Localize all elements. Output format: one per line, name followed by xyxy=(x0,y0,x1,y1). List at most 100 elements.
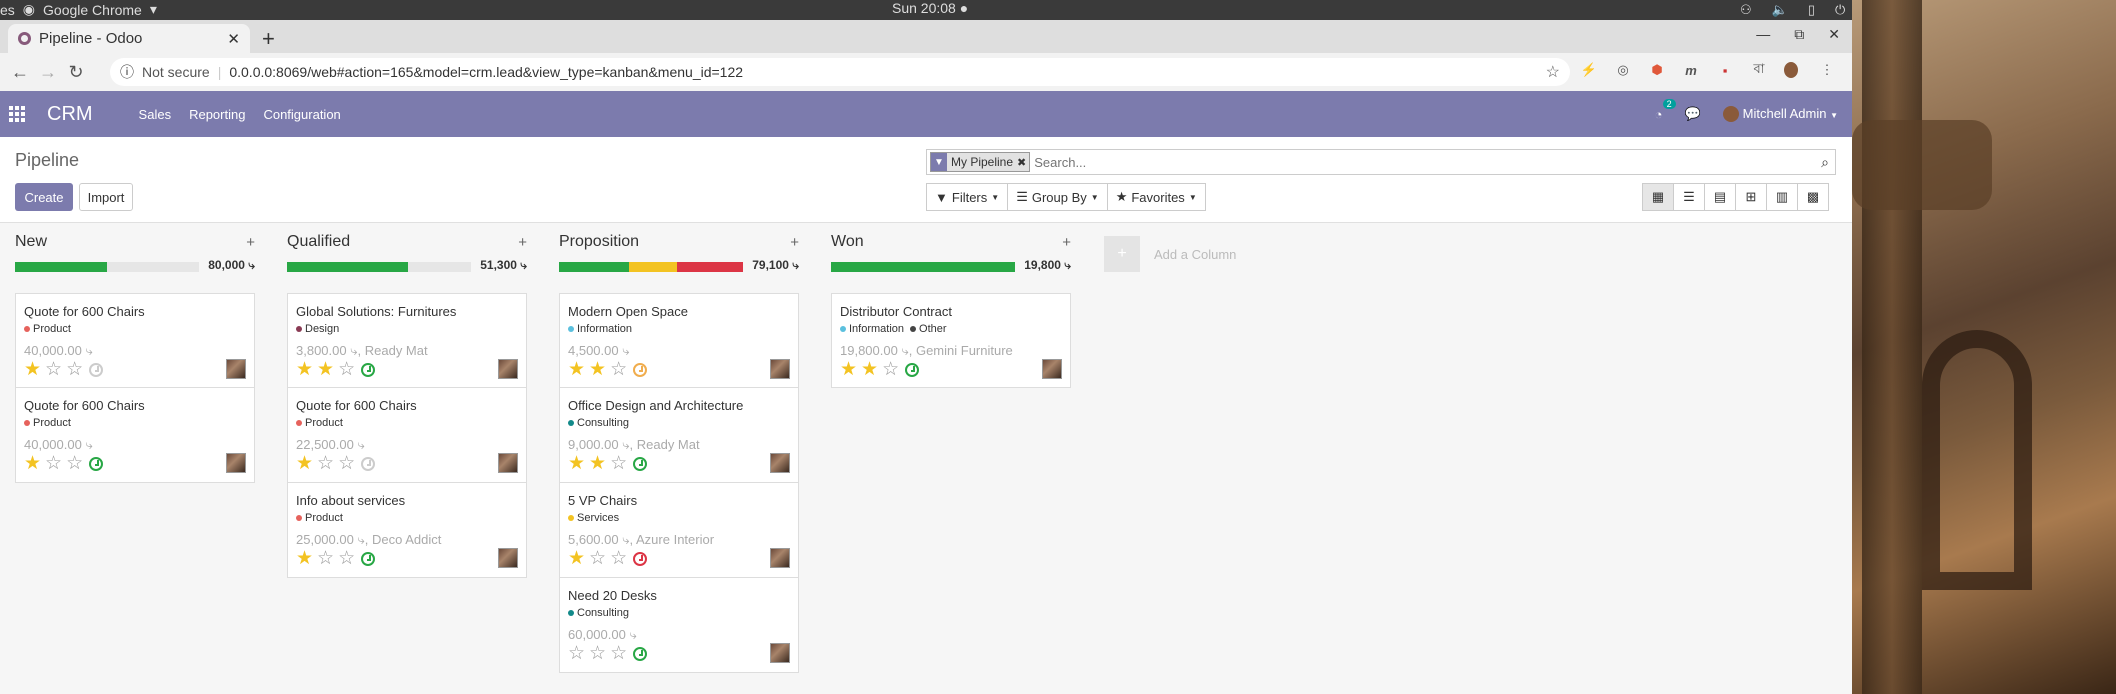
list-view-button[interactable]: ☰ xyxy=(1673,183,1705,211)
priority-star-icon[interactable]: ★ xyxy=(296,549,313,568)
chrome-menu-icon[interactable]: ⋮ xyxy=(1818,61,1836,79)
reload-button[interactable]: ↻ xyxy=(62,62,90,83)
extension-icon[interactable]: m xyxy=(1682,61,1700,79)
quick-create-icon[interactable]: + xyxy=(1062,234,1071,251)
kanban-card[interactable]: Office Design and Architecture Consultin… xyxy=(559,388,799,483)
clock-activity-icon[interactable] xyxy=(633,552,648,566)
priority-star-icon[interactable]: ☆ xyxy=(66,454,83,473)
clock-activity-icon[interactable] xyxy=(361,457,376,471)
favorites-dropdown[interactable]: ★ Favorites ▼ xyxy=(1106,183,1206,211)
priority-star-icon[interactable]: ★ xyxy=(589,454,606,473)
priority-star-icon[interactable]: ☆ xyxy=(317,549,334,568)
priority-star-icon[interactable]: ★ xyxy=(840,360,857,379)
close-window-button[interactable]: ✕ xyxy=(1828,26,1840,43)
priority-star-icon[interactable]: ★ xyxy=(568,454,585,473)
close-tab-icon[interactable]: ✕ xyxy=(227,30,240,48)
extension-icon[interactable]: বা xyxy=(1750,61,1768,79)
extension-icon[interactable]: ⬢ xyxy=(1648,61,1666,79)
clock-activity-icon[interactable] xyxy=(633,647,648,661)
priority-star-icon[interactable]: ☆ xyxy=(317,454,334,473)
priority-star-icon[interactable]: ★ xyxy=(317,360,334,379)
priority-star-icon[interactable]: ★ xyxy=(24,360,41,379)
priority-star-icon[interactable]: ☆ xyxy=(589,644,606,663)
clock-activity-icon[interactable] xyxy=(633,363,648,377)
kanban-card[interactable]: Info about services Product 25,000.00 ⤷,… xyxy=(287,483,527,578)
priority-star-icon[interactable]: ★ xyxy=(296,360,313,379)
kanban-card[interactable]: Need 20 Desks Consulting 60,000.00 ⤷ ☆ ☆ ☆ xyxy=(559,578,799,673)
kanban-card[interactable]: Distributor Contract Information Other 19… xyxy=(831,293,1071,388)
back-button[interactable]: ← xyxy=(6,62,34,83)
cohort-view-button[interactable]: ▩ xyxy=(1797,183,1829,211)
kanban-card[interactable]: Quote for 600 Chairs Product 40,000.00 ⤷… xyxy=(15,388,255,483)
menu-sales[interactable]: Sales xyxy=(139,107,172,122)
priority-star-icon[interactable]: ☆ xyxy=(610,644,627,663)
browser-tab[interactable]: Pipeline - Odoo ✕ xyxy=(8,24,250,53)
apps-menu-icon[interactable] xyxy=(9,106,25,122)
priority-star-icon[interactable]: ★ xyxy=(568,360,585,379)
profile-avatar[interactable] xyxy=(1784,61,1802,79)
kanban-card[interactable]: Quote for 600 Chairs Product 40,000.00 ⤷… xyxy=(15,293,255,388)
clock-activity-icon[interactable] xyxy=(905,363,920,377)
power-icon[interactable]: ⏻ xyxy=(1835,2,1845,18)
kanban-view-button[interactable]: ▦ xyxy=(1642,183,1674,211)
extension-icon[interactable]: ▪ xyxy=(1716,61,1734,79)
extension-icon[interactable]: ⚡ xyxy=(1580,61,1598,79)
clock[interactable]: Sun 20:08 ● xyxy=(892,0,968,16)
group-by-dropdown[interactable]: ☰ Group By ▼ xyxy=(1007,183,1108,211)
priority-star-icon[interactable]: ☆ xyxy=(589,549,606,568)
priority-star-icon[interactable]: ☆ xyxy=(338,454,355,473)
battery-icon[interactable]: ▯ xyxy=(1808,2,1815,18)
priority-star-icon[interactable]: ☆ xyxy=(338,549,355,568)
remove-facet-icon[interactable]: ✖ xyxy=(1017,156,1029,169)
priority-star-icon[interactable]: ☆ xyxy=(45,360,62,379)
import-button[interactable]: Import xyxy=(79,183,133,211)
extension-icon[interactable]: ◎ xyxy=(1614,61,1632,79)
app-name[interactable]: Google Chrome xyxy=(43,2,142,18)
priority-star-icon[interactable]: ★ xyxy=(861,360,878,379)
search-facet[interactable]: ▼ My Pipeline ✖ xyxy=(930,152,1031,172)
priority-star-icon[interactable]: ☆ xyxy=(45,454,62,473)
restore-button[interactable]: ⧉ xyxy=(1794,26,1804,43)
forward-button[interactable]: → xyxy=(34,62,62,83)
priority-star-icon[interactable]: ★ xyxy=(589,360,606,379)
menu-configuration[interactable]: Configuration xyxy=(263,107,340,122)
priority-star-icon[interactable]: ★ xyxy=(568,549,585,568)
address-bar[interactable]: ⓘ Not secure | 0.0.0.0:8069/web#action=1… xyxy=(110,58,1570,86)
search-box[interactable]: ▼ My Pipeline ✖ ⌕ xyxy=(926,149,1836,175)
progress-segment[interactable] xyxy=(628,262,677,272)
search-icon[interactable]: ⌕ xyxy=(1821,154,1832,171)
app-brand[interactable]: CRM xyxy=(47,103,93,126)
column-header[interactable]: Qualified + xyxy=(287,233,527,253)
create-button[interactable]: Create xyxy=(15,183,73,211)
clock-activity-icon[interactable] xyxy=(89,363,104,377)
column-header[interactable]: Won + xyxy=(831,233,1071,253)
new-tab-button[interactable]: + xyxy=(262,26,275,52)
clock-activity-icon[interactable] xyxy=(361,552,376,566)
column-header[interactable]: Proposition + xyxy=(559,233,799,253)
menu-reporting[interactable]: Reporting xyxy=(189,107,245,122)
activity-icon[interactable]: ◔ 2 xyxy=(1655,98,1676,122)
minimize-button[interactable]: — xyxy=(1756,26,1770,43)
bookmark-star-icon[interactable]: ☆ xyxy=(1546,62,1560,82)
kanban-card[interactable]: Quote for 600 Chairs Product 22,500.00 ⤷… xyxy=(287,388,527,483)
priority-star-icon[interactable]: ☆ xyxy=(610,360,627,379)
priority-star-icon[interactable]: ★ xyxy=(24,454,41,473)
kanban-card[interactable]: Modern Open Space Information 4,500.00 ⤷… xyxy=(559,293,799,388)
progress-segment[interactable] xyxy=(676,262,743,272)
info-icon[interactable]: ⓘ xyxy=(120,62,134,82)
column-progress-bar[interactable] xyxy=(287,262,471,272)
url-text[interactable]: 0.0.0.0:8069/web#action=165&model=crm.le… xyxy=(229,64,743,80)
kanban-card[interactable]: Global Solutions: Furnitures Design 3,80… xyxy=(287,293,527,388)
priority-star-icon[interactable]: ☆ xyxy=(610,549,627,568)
progress-segment[interactable] xyxy=(15,262,107,272)
add-column[interactable]: + Add a Column xyxy=(1104,236,1236,272)
column-progress-bar[interactable] xyxy=(831,262,1015,272)
quick-create-icon[interactable]: + xyxy=(790,234,799,251)
progress-segment[interactable] xyxy=(287,262,409,272)
priority-star-icon[interactable]: ☆ xyxy=(882,360,899,379)
clock-activity-icon[interactable] xyxy=(633,457,648,471)
priority-star-icon[interactable]: ★ xyxy=(296,454,313,473)
kanban-card[interactable]: 5 VP Chairs Services 5,600.00 ⤷, Azure I… xyxy=(559,483,799,578)
clock-activity-icon[interactable] xyxy=(89,457,104,471)
pivot-view-button[interactable]: ⊞ xyxy=(1735,183,1767,211)
